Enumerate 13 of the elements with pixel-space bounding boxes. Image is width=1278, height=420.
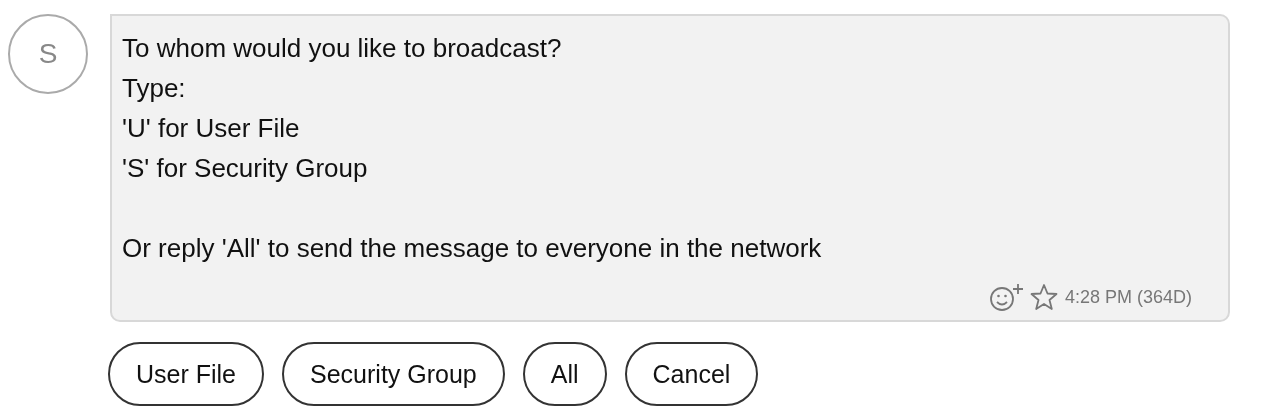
timestamp: 4:28 PM (364D): [1064, 286, 1192, 308]
avatar: S: [8, 14, 88, 94]
message-line: Or reply 'All' to send the message to everyone in the network: [122, 232, 823, 265]
star-icon[interactable]: [1028, 283, 1059, 311]
reply-option-button[interactable]: User File: [108, 342, 264, 406]
reply-option-button[interactable]: All: [522, 342, 607, 406]
message-line: 'S' for Security Group: [122, 152, 369, 185]
message-line: Type:: [122, 72, 187, 105]
message-line: To whom would you like to broadcast?: [122, 32, 563, 65]
reply-option-button[interactable]: Security Group: [282, 342, 505, 406]
message-line: 'U' for User File: [122, 112, 301, 145]
reply-option-button[interactable]: Cancel: [624, 342, 759, 406]
add-reaction-icon[interactable]: [988, 282, 1025, 312]
